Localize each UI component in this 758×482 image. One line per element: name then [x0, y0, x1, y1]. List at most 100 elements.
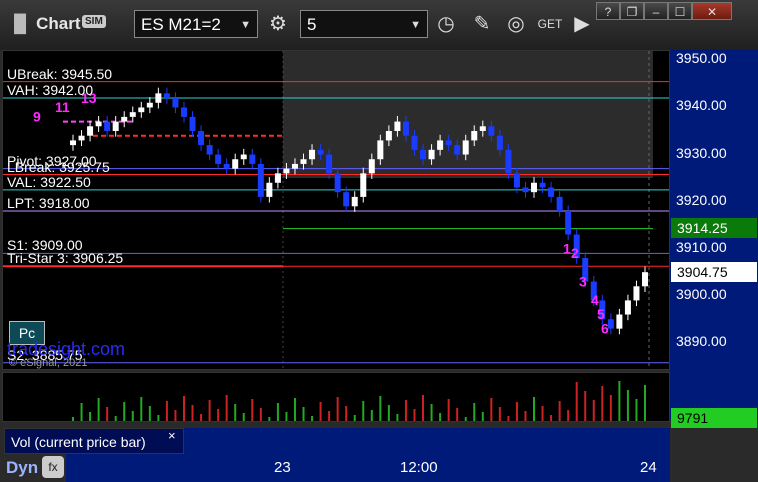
candle-body: [488, 126, 495, 136]
interval-field[interactable]: 5 ▼: [300, 10, 428, 38]
time-label: 24: [640, 459, 657, 476]
close-icon[interactable]: ×: [168, 428, 176, 443]
formula-icon[interactable]: fx: [42, 456, 64, 478]
candle-body: [172, 98, 179, 108]
toolbar: ▐▌ Chart SIM ES M21=2 ▼ ⚙ 5 ▼ ◷ ✎ ◎ GET ▶…: [0, 0, 758, 50]
volume-study-label[interactable]: Vol (current price bar): [4, 428, 184, 454]
candle-body: [548, 187, 555, 197]
volume-bar: [328, 411, 331, 421]
volume-bar: [353, 415, 356, 421]
candle-body: [138, 107, 145, 113]
candle-body: [274, 173, 281, 183]
candle-body: [317, 149, 324, 155]
clock-icon[interactable]: ◷: [432, 10, 460, 38]
volume-bar: [217, 409, 220, 421]
price-tick-label: 3910.00: [676, 238, 727, 255]
volume-bar: [311, 416, 314, 421]
candle-body: [479, 126, 486, 131]
volume-bar: [541, 406, 544, 421]
candle-body: [360, 173, 367, 197]
volume-bar: [242, 413, 245, 421]
volume-bar: [131, 411, 134, 421]
chevron-down-icon[interactable]: ▼: [410, 11, 421, 39]
candle-body: [531, 182, 538, 193]
symbol-value: ES M21=2: [141, 15, 221, 34]
copyright-text: © eSignal, 2021: [9, 357, 88, 369]
candle-body: [454, 145, 461, 155]
volume-canvas: [72, 381, 646, 421]
chevron-down-icon[interactable]: ▼: [240, 11, 251, 39]
candle-body: [445, 140, 452, 146]
level-label: LPT: 3918.00: [7, 195, 90, 211]
maximize-button[interactable]: ☐: [668, 2, 692, 20]
candle-body: [428, 149, 435, 160]
restore-button[interactable]: ❐: [620, 2, 644, 20]
time-label: 23: [274, 459, 291, 476]
candle-body: [232, 159, 239, 169]
candle-body: [394, 121, 401, 131]
volume-bar: [174, 410, 177, 421]
volume-bar: [182, 396, 185, 421]
volume-value-tag: 9791: [671, 408, 757, 428]
candle-body: [121, 116, 128, 122]
candle-body: [462, 140, 469, 155]
volume-bar: [618, 381, 621, 421]
candle-body: [257, 163, 264, 197]
candle-body: [471, 131, 478, 141]
volume-bar: [456, 408, 459, 421]
price-tick-label: 3890.00: [676, 332, 727, 349]
candle-body: [556, 196, 563, 211]
price-tick-label: 3920.00: [676, 191, 727, 208]
candle-body: [522, 187, 529, 193]
volume-bar: [413, 409, 416, 421]
volume-bar: [251, 399, 254, 421]
candle-body: [368, 159, 375, 174]
volume-bar: [558, 401, 561, 421]
study-icon[interactable]: ◎: [502, 10, 530, 38]
volume-bar: [439, 413, 442, 421]
volume-bar: [140, 397, 143, 421]
candle-body: [155, 93, 162, 103]
price-axis[interactable]: 3950.00 3940.00 3930.00 3920.00 3910.00 3900.…: [670, 50, 758, 428]
candle-body: [420, 149, 427, 160]
volume-bar: [259, 408, 262, 421]
price-chart[interactable]: 9 11 13 1 2 3 4 5 6 UBreak: 3945.50 VAH: 3942.00 P…: [2, 50, 670, 370]
candle-body: [198, 131, 205, 146]
settings-icon[interactable]: ⚙: [264, 10, 292, 38]
candle-body: [266, 182, 273, 197]
forward-icon[interactable]: ▶: [568, 10, 596, 38]
volume-bar: [293, 398, 296, 421]
price-tick-label: 3930.00: [676, 144, 727, 161]
volume-bar: [106, 407, 109, 421]
td-count-label: 2: [571, 245, 579, 261]
candle-body: [334, 173, 341, 193]
candle-body: [402, 121, 409, 136]
volume-bar: [507, 416, 510, 421]
volume-bar: [72, 417, 74, 421]
dynamic-button[interactable]: Dyn: [6, 458, 38, 478]
get-icon[interactable]: GET: [536, 10, 564, 38]
candle-body: [565, 211, 572, 235]
candle-body: [642, 272, 648, 287]
volume-pane[interactable]: [2, 372, 670, 422]
price-tag: 3904.75: [671, 262, 757, 283]
volume-bar: [609, 395, 612, 421]
app-title: Chart: [36, 14, 81, 33]
volume-bar: [524, 411, 527, 421]
candle-body: [505, 149, 512, 174]
volume-bar: [225, 395, 228, 421]
volume-bar: [276, 403, 279, 421]
help-button[interactable]: ?: [596, 2, 620, 20]
candle-body: [513, 173, 520, 188]
symbol-field[interactable]: ES M21=2 ▼: [134, 10, 258, 38]
volume-bar: [89, 412, 92, 421]
volume-bar: [387, 405, 390, 421]
pencil-icon[interactable]: ✎: [468, 10, 496, 38]
volume-bar: [148, 406, 151, 421]
minimize-button[interactable]: –: [644, 2, 668, 20]
time-axis[interactable]: 23 12:00 24: [66, 454, 670, 482]
candle-body: [95, 121, 102, 127]
volume-bar: [268, 417, 271, 421]
close-button[interactable]: ✕: [692, 2, 732, 20]
candle-body: [633, 286, 640, 301]
